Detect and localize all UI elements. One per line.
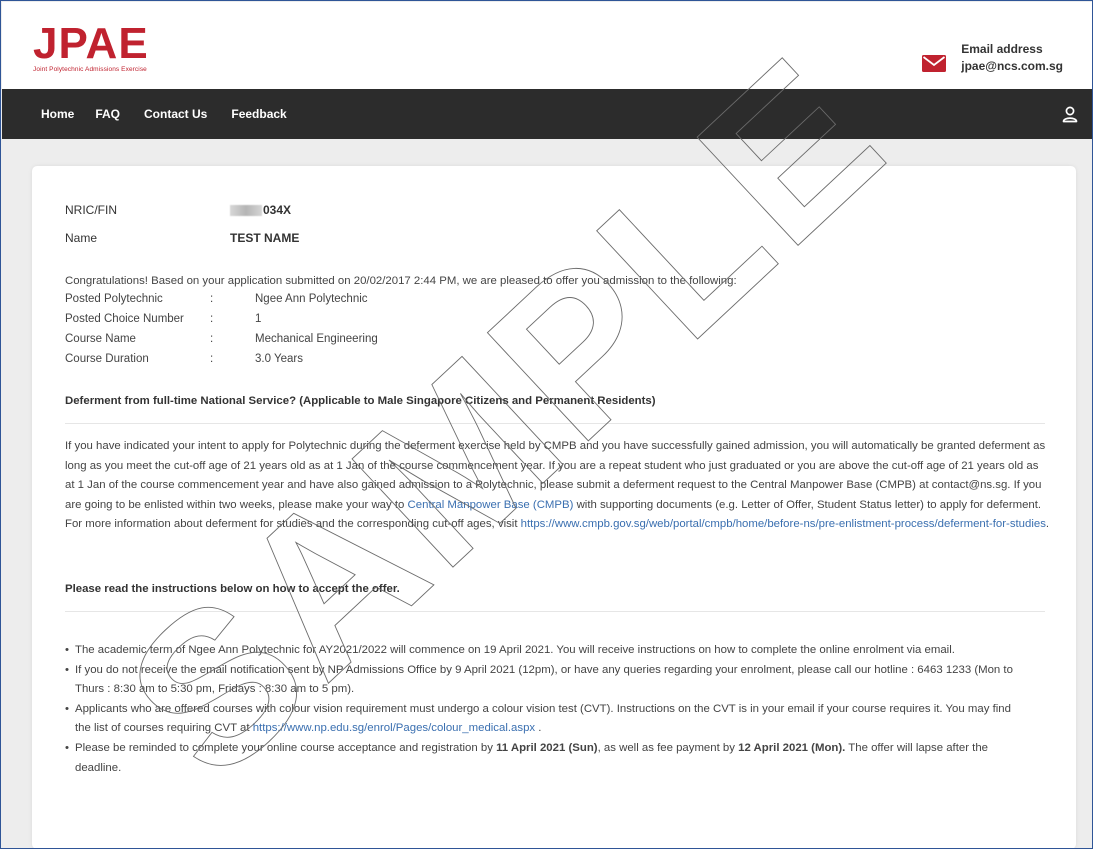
nric-visible-digits: 034X [263,203,292,217]
instructions-list: The academic term of Ngee Ann Polytechni… [65,641,1025,778]
divider [65,423,1045,424]
list-item: If you do not receive the email notifica… [65,661,1025,700]
detail-value: Ngee Ann Polytechnic [255,293,368,305]
deferment-text-3: . [1045,518,1050,531]
jpae-logo[interactable]: JPAE Joint Polytechnic Admissions Exerci… [33,19,149,74]
divider [65,611,1045,612]
deferment-paragraph: If you have indicated your intent to app… [65,437,1050,535]
email-address[interactable]: jpae@ncs.com.sg [961,58,1063,75]
registration-deadline: 11 April 2021 (Sun) [496,741,598,754]
mail-icon [922,55,947,72]
site-header: JPAE Joint Polytechnic Admissions Exerci… [2,2,1092,89]
instruction-text: , as well as fee payment by [597,741,739,754]
masked-nric-block [230,205,262,217]
detail-value: 3.0 Years [255,353,303,365]
detail-label: Course Duration [65,353,149,365]
detail-colon: : [210,353,214,365]
nric-value: 034X [230,203,291,217]
nric-label: NRIC/FIN [65,203,117,217]
logo-subtitle: Joint Polytechnic Admissions Exercise [33,66,147,73]
detail-label: Course Name [65,333,136,345]
offer-card: NRIC/FIN 034X Name TEST NAME Congratulat… [32,166,1076,848]
page-frame: JPAE Joint Polytechnic Admissions Exerci… [0,0,1093,849]
deferment-heading: Deferment from full-time National Servic… [65,395,656,407]
instruction-text: The academic term of Ngee Ann Polytechni… [75,644,955,656]
list-item: Applicants who are offered courses with … [65,700,1025,739]
email-label: Email address [961,42,1043,56]
detail-label: Posted Polytechnic [65,293,163,305]
nav-feedback[interactable]: Feedback [231,107,286,121]
nav-home[interactable]: Home [41,107,74,121]
list-item: The academic term of Ngee Ann Polytechni… [65,641,1025,661]
instruction-text: If you do not receive the email notifica… [75,663,1013,696]
instruction-text: Please be reminded to complete your onli… [75,741,497,754]
detail-colon: : [210,293,214,305]
email-contact: Email address jpae@ncs.com.sg [922,41,1063,75]
list-item: Please be reminded to complete your onli… [65,739,1025,778]
name-value: TEST NAME [230,231,300,245]
name-label: Name [65,231,98,245]
detail-label: Posted Choice Number [65,313,184,325]
logo-text: JPAE [33,19,149,68]
detail-colon: : [210,333,214,345]
main-nav: Home FAQ Contact Us Feedback [2,89,1092,139]
colour-medical-link[interactable]: https://www.np.edu.sg/enrol/Pages/colour… [253,722,535,734]
nav-faq[interactable]: FAQ [95,107,120,121]
detail-value: 1 [255,313,262,325]
cmpb-deferment-url-link[interactable]: https://www.cmpb.gov.sg/web/portal/cmpb/… [521,518,1046,530]
payment-deadline: 12 April 2021 (Mon). [738,741,846,754]
detail-value: Mechanical Engineering [255,333,378,345]
user-icon[interactable] [1061,105,1079,123]
instruction-text-end: . [535,722,542,735]
instruction-text: Applicants who are offered courses with … [75,702,1011,735]
cmpb-link[interactable]: Central Manpower Base (CMPB) [408,499,574,511]
detail-colon: : [210,313,214,325]
instructions-heading: Please read the instructions below on ho… [65,583,400,595]
nav-contact-us[interactable]: Contact Us [144,107,207,121]
offer-intro: Congratulations! Based on your applicati… [65,275,737,287]
